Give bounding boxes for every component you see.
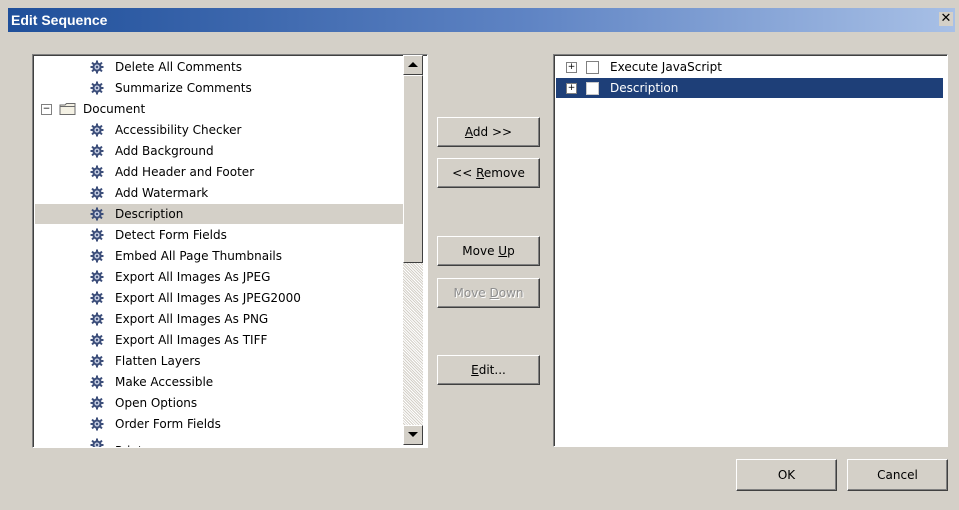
tree-item-label: Add Watermark	[115, 186, 209, 200]
tree-item-label: Make Accessible	[115, 375, 214, 389]
sequence-list[interactable]: + Execute JavaScript + Description	[553, 54, 948, 447]
tree-item-label: Export All Images As TIFF	[115, 333, 268, 347]
edit-sequence-dialog: Edit Sequence ✕ Delete All Comments Summa…	[0, 0, 959, 510]
tree-item-label: Flatten Layers	[115, 354, 201, 368]
tree-item-label: Print	[115, 441, 143, 447]
remove-button-mnemonic: R	[476, 166, 484, 180]
gear-icon	[90, 123, 104, 137]
tree-item-label: Order Form Fields	[115, 417, 221, 431]
gear-icon	[90, 354, 104, 368]
tree-item-label: Detect Form Fields	[115, 228, 227, 242]
gear-icon	[90, 375, 104, 389]
tree-command-export-all-images-as-jpeg2000[interactable]: Export All Images As JPEG2000	[35, 288, 403, 308]
tree-command-embed-all-page-thumbnails[interactable]: Embed All Page Thumbnails	[35, 246, 403, 266]
gear-icon	[90, 144, 104, 158]
close-icon[interactable]: ✕	[939, 12, 953, 26]
scroll-up-button[interactable]	[403, 55, 423, 75]
move-down-label: own	[498, 286, 524, 300]
gear-icon	[90, 291, 104, 305]
tree-item-label: Description	[115, 207, 184, 221]
move-down-button[interactable]: Move Down	[437, 278, 540, 308]
dialog-title: Edit Sequence	[11, 12, 108, 28]
available-commands-list[interactable]: Delete All Comments Summarize Comments − Do…	[32, 54, 428, 448]
gear-icon	[90, 249, 104, 263]
gear-icon	[90, 396, 104, 410]
tree-command-description[interactable]: Description	[35, 204, 403, 224]
title-bar[interactable]: Edit Sequence ✕	[8, 8, 955, 32]
scroll-down-button[interactable]	[403, 425, 423, 445]
sequence-item-label: Description	[610, 81, 679, 95]
tree-item-label: Embed All Page Thumbnails	[115, 249, 282, 263]
arrow-down-icon	[408, 432, 418, 437]
enable-checkbox[interactable]	[586, 82, 599, 95]
enable-checkbox[interactable]	[586, 61, 599, 74]
tree-command-accessibility-checker[interactable]: Accessibility Checker	[35, 120, 403, 140]
tree-command-add-background[interactable]: Add Background	[35, 141, 403, 161]
tree-item-label: Export All Images As PNG	[115, 312, 269, 326]
tree-command-export-all-images-as-png[interactable]: Export All Images As PNG	[35, 309, 403, 329]
gear-icon	[90, 60, 104, 74]
sequence-item-execute-javascript[interactable]: + Execute JavaScript	[556, 57, 943, 77]
edit-button[interactable]: Edit...	[437, 355, 540, 385]
expand-icon[interactable]: +	[566, 83, 577, 94]
cancel-button[interactable]: Cancel	[847, 459, 948, 491]
sequence-item-description[interactable]: + Description	[556, 78, 943, 98]
sequence-item-label: Execute JavaScript	[610, 60, 722, 74]
tree-item-label: Add Header and Footer	[115, 165, 255, 179]
gear-icon	[90, 207, 104, 221]
scrollbar-thumb[interactable]	[403, 75, 423, 263]
tree-folder-document[interactable]: − Document	[35, 99, 403, 119]
move-up-button[interactable]: Move Up	[437, 236, 540, 266]
gear-icon	[90, 417, 104, 431]
tree-command-open-options[interactable]: Open Options	[35, 393, 403, 413]
tree-command-export-all-images-as-jpeg[interactable]: Export All Images As JPEG	[35, 267, 403, 287]
tree-item-label: Export All Images As JPEG	[115, 270, 271, 284]
gear-icon	[90, 81, 104, 95]
tree-command-flatten-layers[interactable]: Flatten Layers	[35, 351, 403, 371]
gear-icon	[90, 333, 104, 347]
tree-item-label: Document	[83, 102, 146, 116]
move-up-label: p	[507, 244, 515, 258]
edit-button-label: dit...	[478, 363, 506, 377]
move-down-prefix: Move	[453, 286, 490, 300]
gear-icon	[90, 228, 104, 242]
tree-item-label: Summarize Comments	[115, 81, 252, 95]
ok-button[interactable]: OK	[736, 459, 837, 491]
tree-command-summarize-comments[interactable]: Summarize Comments	[35, 78, 403, 98]
tree-command-add-header-and-footer[interactable]: Add Header and Footer	[35, 162, 403, 182]
gear-icon	[90, 165, 104, 179]
tree-command-delete-all-comments[interactable]: Delete All Comments	[35, 57, 403, 77]
add-button-label: dd >>	[472, 125, 513, 139]
add-button-mnemonic: A	[464, 125, 473, 139]
tree-command-order-form-fields[interactable]: Order Form Fields	[35, 414, 403, 434]
move-down-mnemonic: D	[489, 286, 499, 300]
remove-button-prefix: <<	[452, 166, 477, 180]
folder-icon	[59, 102, 77, 116]
tree-item-label: Add Background	[115, 144, 214, 158]
vertical-scrollbar[interactable]	[403, 55, 423, 445]
gear-icon	[90, 312, 104, 326]
tree-item-label: Open Options	[115, 396, 198, 410]
gear-icon	[90, 438, 104, 447]
collapse-icon[interactable]: −	[41, 104, 52, 115]
tree-command-export-all-images-as-tiff[interactable]: Export All Images As TIFF	[35, 330, 403, 350]
tree-command-print[interactable]: Print	[35, 435, 403, 447]
tree-command-detect-form-fields[interactable]: Detect Form Fields	[35, 225, 403, 245]
arrow-up-icon	[408, 62, 418, 67]
expand-icon[interactable]: +	[566, 62, 577, 73]
gear-icon	[90, 270, 104, 284]
move-up-prefix: Move	[462, 244, 499, 258]
tree-item-label: Delete All Comments	[115, 60, 242, 74]
tree-item-label: Export All Images As JPEG2000	[115, 291, 301, 305]
edit-button-mnemonic: E	[471, 363, 479, 377]
remove-button-label: emove	[483, 166, 525, 180]
tree-command-make-accessible[interactable]: Make Accessible	[35, 372, 403, 392]
add-button[interactable]: Add >>	[437, 117, 540, 147]
gear-icon	[90, 186, 104, 200]
move-up-mnemonic: U	[498, 244, 508, 258]
tree-command-add-watermark[interactable]: Add Watermark	[35, 183, 403, 203]
tree-item-label: Accessibility Checker	[115, 123, 242, 137]
remove-button[interactable]: << Remove	[437, 158, 540, 188]
